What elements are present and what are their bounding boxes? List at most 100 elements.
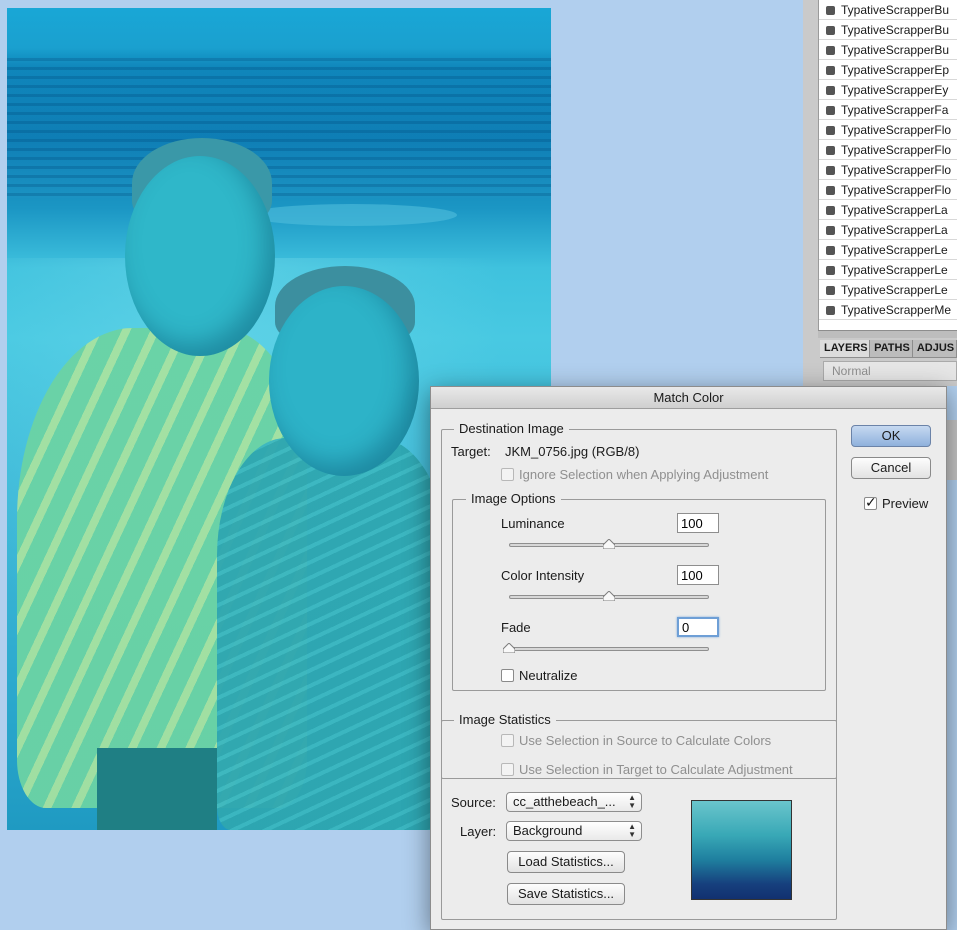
neutralize-option: Neutralize [501, 668, 578, 683]
select-arrows-icon: ▲ ▼ [628, 822, 636, 839]
use-source-selection-option: Use Selection in Source to Calculate Col… [501, 733, 771, 748]
layer-list-item-label: TypativeScrapperFlo [841, 183, 952, 197]
photo-wave [247, 204, 457, 226]
fade-label: Fade [501, 620, 531, 635]
layer-swatch-icon [826, 306, 835, 315]
use-target-selection-label: Use Selection in Target to Calculate Adj… [519, 762, 793, 777]
layer-swatch-icon [826, 106, 835, 115]
layer-swatch-icon [826, 146, 835, 155]
fade-slider[interactable] [509, 647, 709, 651]
layer-list-item[interactable]: TypativeScrapperFlo [819, 120, 957, 140]
ignore-selection-option: Ignore Selection when Applying Adjustmen… [501, 467, 768, 482]
layer-swatch-icon [826, 226, 835, 235]
layer-list-item-label: TypativeScrapperFa [841, 103, 949, 117]
fade-field[interactable] [677, 617, 719, 637]
layer-list-item[interactable]: TypativeScrapperMe [819, 300, 957, 320]
layer-list-item-label: TypativeScrapperFlo [841, 163, 952, 177]
layer-label: Layer: [460, 824, 497, 839]
source-label: Source: [451, 795, 496, 810]
target-value: JKM_0756.jpg (RGB/8) [505, 444, 640, 459]
dialog-title[interactable]: Match Color [431, 387, 946, 409]
layer-list-item[interactable]: TypativeScrapperFa [819, 100, 957, 120]
layer-list-item[interactable]: TypativeScrapperLa [819, 220, 957, 240]
cancel-button[interactable]: Cancel [851, 457, 931, 479]
layer-list-item-label: TypativeScrapperLe [841, 263, 948, 277]
fade-slider-thumb[interactable] [503, 643, 515, 653]
layer-list-item-label: TypativeScrapperLa [841, 203, 948, 217]
layer-swatch-icon [826, 126, 835, 135]
select-arrows-icon: ▲ ▼ [628, 793, 636, 810]
layer-swatch-icon [826, 286, 835, 295]
layer-swatch-icon [826, 206, 835, 215]
layer-list-item[interactable]: TypativeScrapperLe [819, 280, 957, 300]
layer-list-item-label: TypativeScrapperFlo [841, 123, 952, 137]
use-source-selection-checkbox[interactable] [501, 734, 514, 747]
image-options-legend: Image Options [466, 491, 561, 506]
layer-list-item[interactable]: TypativeScrapperLe [819, 260, 957, 280]
layer-swatch-icon [826, 186, 835, 195]
ok-button[interactable]: OK [851, 425, 931, 447]
photo-kid1-head [125, 156, 275, 356]
image-statistics-legend: Image Statistics [454, 712, 556, 727]
layers-panel-tabs: LAYERS PATHS ADJUS [820, 340, 957, 358]
layer-list-item[interactable]: TypativeScrapperLa [819, 200, 957, 220]
luminance-field[interactable] [677, 513, 719, 533]
right-panel: TypativeScrapperBu TypativeScrapperBu Typa… [803, 0, 957, 386]
neutralize-checkbox[interactable] [501, 669, 514, 682]
photo-shorts [97, 748, 217, 830]
layer-swatch-icon [826, 246, 835, 255]
preview-checkbox[interactable] [864, 494, 877, 511]
use-target-selection-option: Use Selection in Target to Calculate Adj… [501, 762, 793, 777]
luminance-slider-thumb[interactable] [603, 539, 615, 549]
photo-kid2-head [269, 286, 419, 476]
layer-list-item[interactable]: TypativeScrapperFlo [819, 140, 957, 160]
tab-adjustments[interactable]: ADJUS [913, 340, 957, 357]
color-intensity-label: Color Intensity [501, 568, 585, 583]
layer-list-item-label: TypativeScrapperFlo [841, 143, 952, 157]
color-intensity-field[interactable] [677, 565, 719, 585]
source-select[interactable]: cc_atthebeach_... ▲ ▼ [506, 792, 642, 812]
layer-list-item[interactable]: TypativeScrapperBu [819, 0, 957, 20]
layer-list-item[interactable]: TypativeScrapperEy [819, 80, 957, 100]
layer-list-item-label: TypativeScrapperBu [841, 3, 950, 17]
layer-select[interactable]: Background ▲ ▼ [506, 821, 642, 841]
layer-list-item-label: TypativeScrapperEy [841, 83, 949, 97]
blend-mode-select[interactable]: Normal [823, 361, 957, 381]
ignore-selection-checkbox[interactable] [501, 468, 514, 481]
color-intensity-slider-thumb[interactable] [603, 591, 615, 601]
source-select-value: cc_atthebeach_... [513, 794, 616, 809]
layer-list-item-label: TypativeScrapperBu [841, 43, 950, 57]
save-statistics-button[interactable]: Save Statistics... [507, 883, 625, 905]
layer-list-item-label: TypativeScrapperEp [841, 63, 950, 77]
layer-list: TypativeScrapperBu TypativeScrapperBu Typa… [818, 0, 957, 330]
panel-divider[interactable] [818, 330, 957, 338]
layer-select-value: Background [513, 823, 583, 838]
photo-towel-right [217, 438, 447, 830]
layer-swatch-icon [826, 86, 835, 95]
tab-paths[interactable]: PATHS [870, 340, 913, 357]
layer-list-item-label: TypativeScrapperBu [841, 23, 950, 37]
layer-list-item[interactable]: TypativeScrapperLe [819, 240, 957, 260]
target-label: Target: [451, 444, 491, 459]
neutralize-label: Neutralize [519, 668, 578, 683]
layer-swatch-icon [826, 6, 835, 15]
preview-option: Preview [864, 494, 929, 511]
layer-swatch-icon [826, 66, 835, 75]
match-color-dialog: Match Color Destination Image Target: JK… [430, 386, 947, 930]
layer-swatch-icon [826, 26, 835, 35]
layer-list-item[interactable]: TypativeScrapperFlo [819, 180, 957, 200]
load-statistics-button[interactable]: Load Statistics... [507, 851, 625, 873]
layer-list-item[interactable]: TypativeScrapperEp [819, 60, 957, 80]
tab-layers[interactable]: LAYERS [820, 340, 871, 357]
layer-list-item-label: TypativeScrapperMe [841, 303, 952, 317]
use-target-selection-checkbox[interactable] [501, 763, 514, 776]
preview-label: Preview [882, 496, 929, 511]
layer-list-item[interactable]: TypativeScrapperBu [819, 20, 957, 40]
layer-swatch-icon [826, 266, 835, 275]
photo-sea [7, 58, 551, 198]
destination-image-legend: Destination Image [454, 421, 569, 436]
ignore-selection-label: Ignore Selection when Applying Adjustmen… [519, 467, 769, 482]
layer-list-item[interactable]: TypativeScrapperFlo [819, 160, 957, 180]
layer-swatch-icon [826, 166, 835, 175]
layer-list-item[interactable]: TypativeScrapperBu [819, 40, 957, 60]
